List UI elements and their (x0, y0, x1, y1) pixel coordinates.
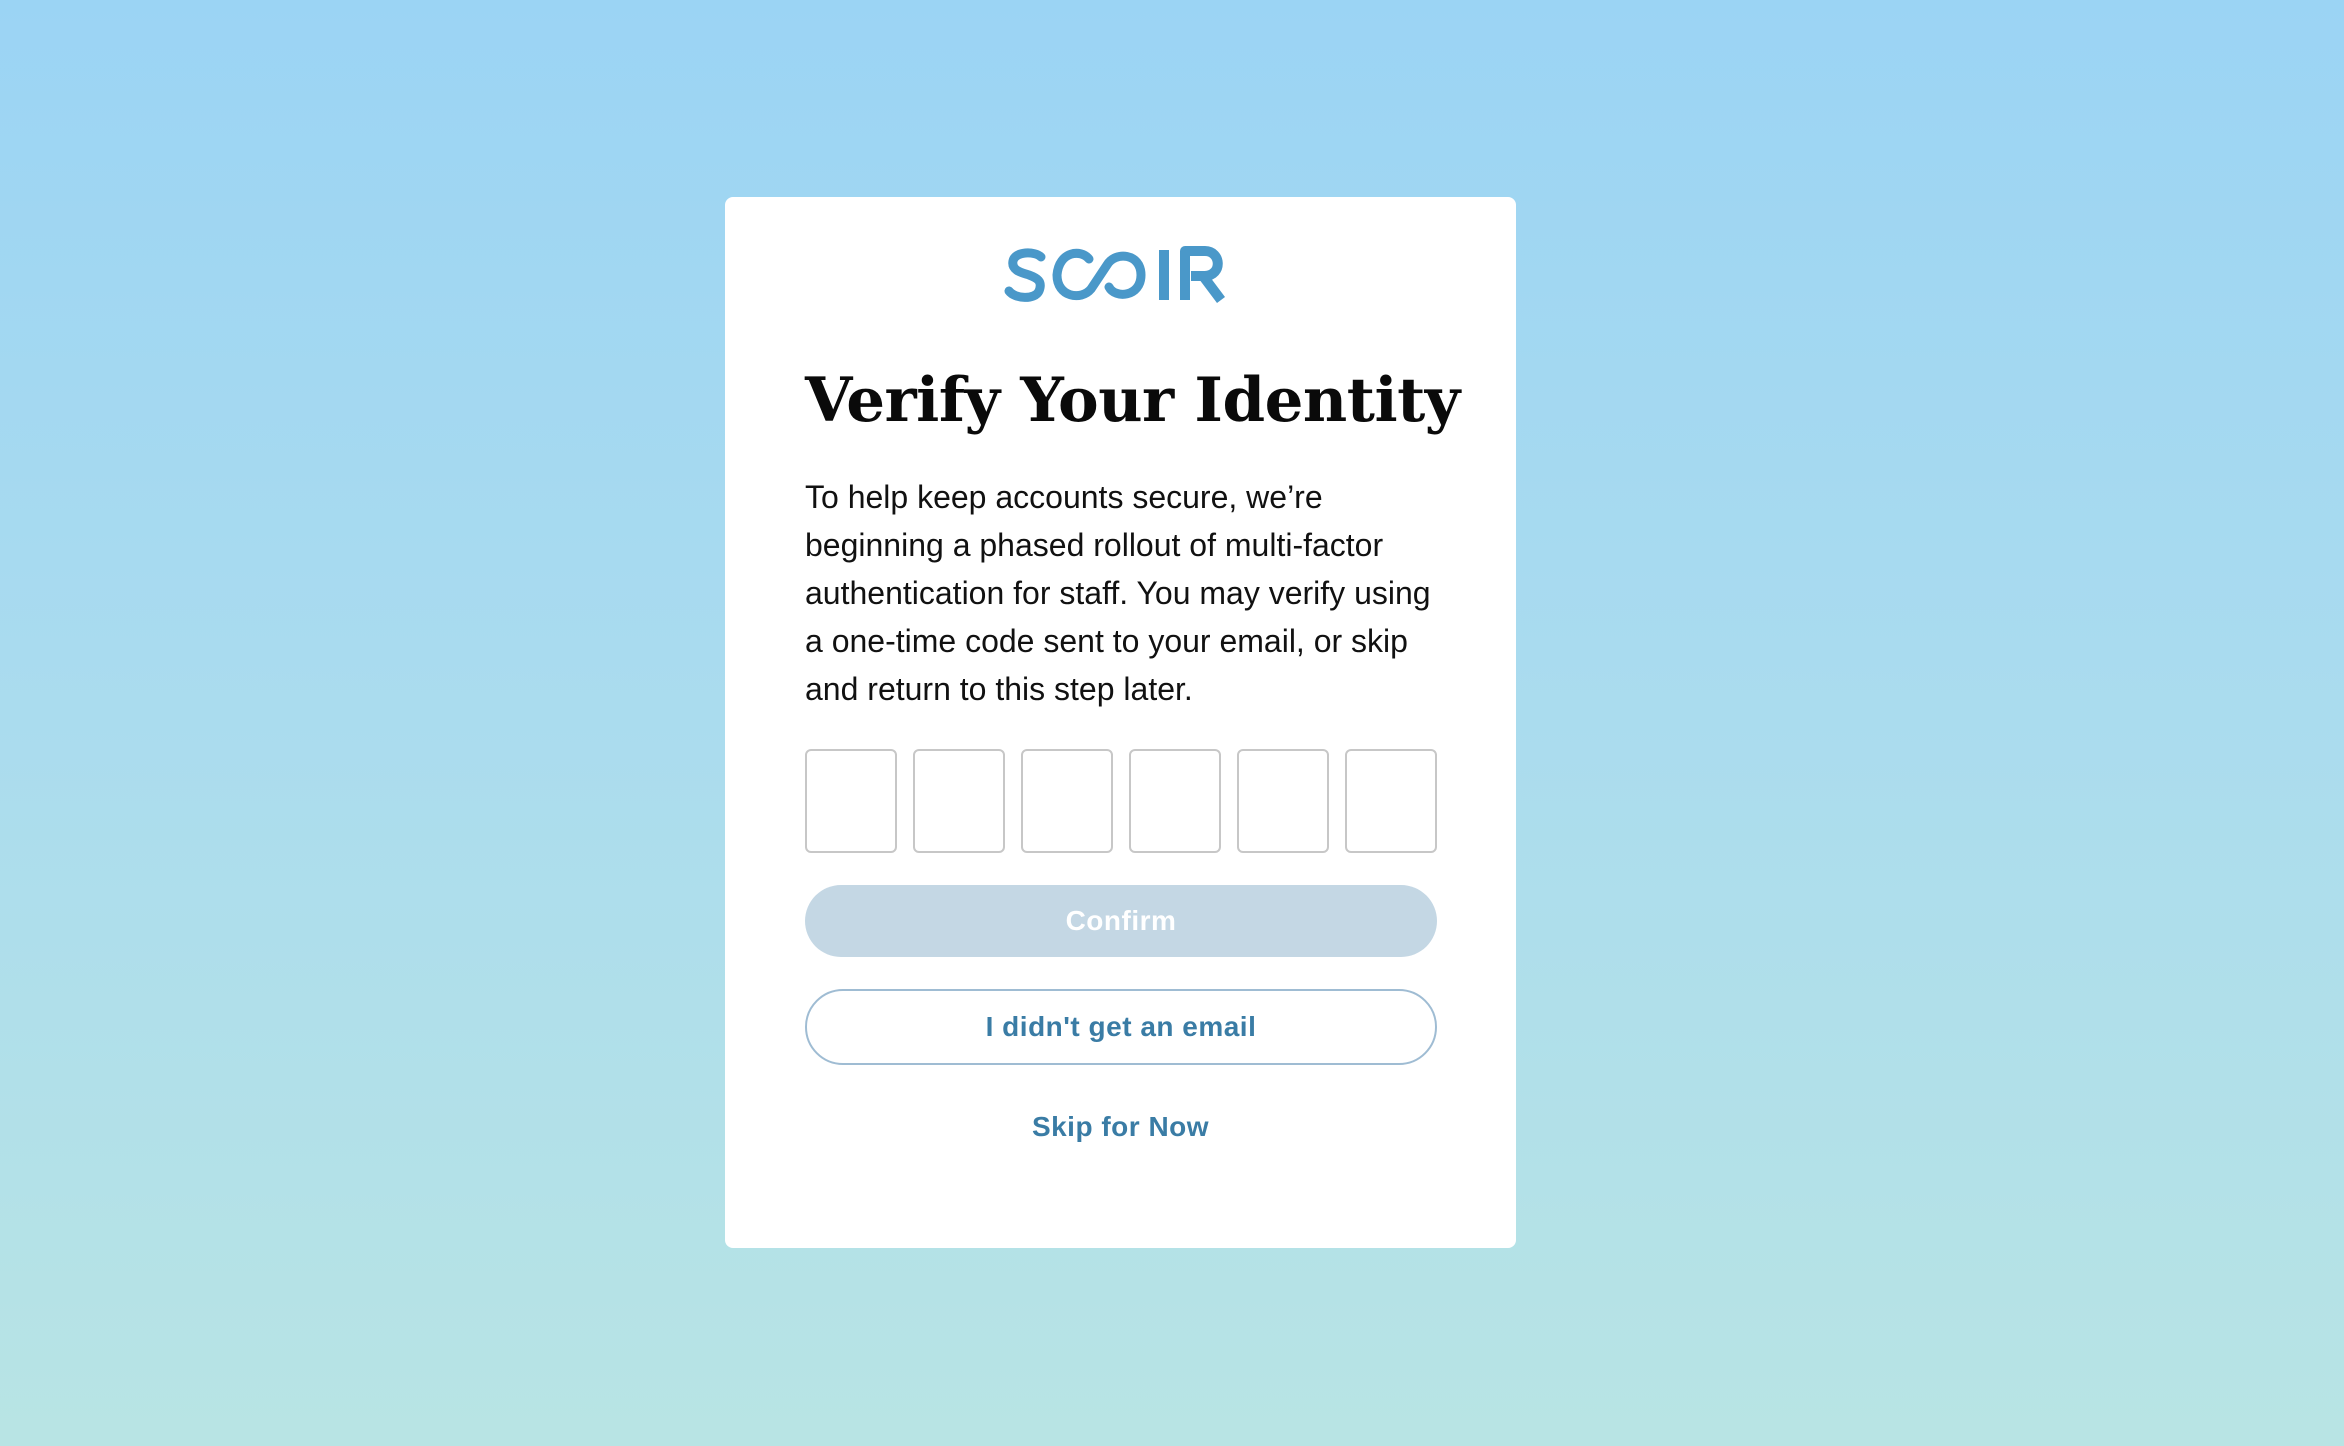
otp-digit-6[interactable] (1345, 749, 1437, 853)
otp-digit-1[interactable] (805, 749, 897, 853)
otp-digit-3[interactable] (1021, 749, 1113, 853)
mfa-description: To help keep accounts secure, we’re begi… (805, 479, 1431, 707)
otp-digit-2[interactable] (913, 749, 1005, 853)
no-email-button[interactable]: I didn't get an email (805, 989, 1437, 1065)
otp-digit-4[interactable] (1129, 749, 1221, 853)
skip-for-now-link[interactable]: Skip for Now (725, 1111, 1516, 1143)
page-title: Verify Your Identity (805, 365, 1460, 436)
otp-digit-5[interactable] (1237, 749, 1329, 853)
confirm-button[interactable]: Confirm (805, 885, 1437, 957)
scoir-logo-icon (1004, 246, 1225, 303)
verify-identity-card: Verify Your Identity To help keep accoun… (725, 197, 1516, 1248)
scoir-logo (725, 245, 1516, 305)
otp-code-inputs (805, 749, 1437, 853)
